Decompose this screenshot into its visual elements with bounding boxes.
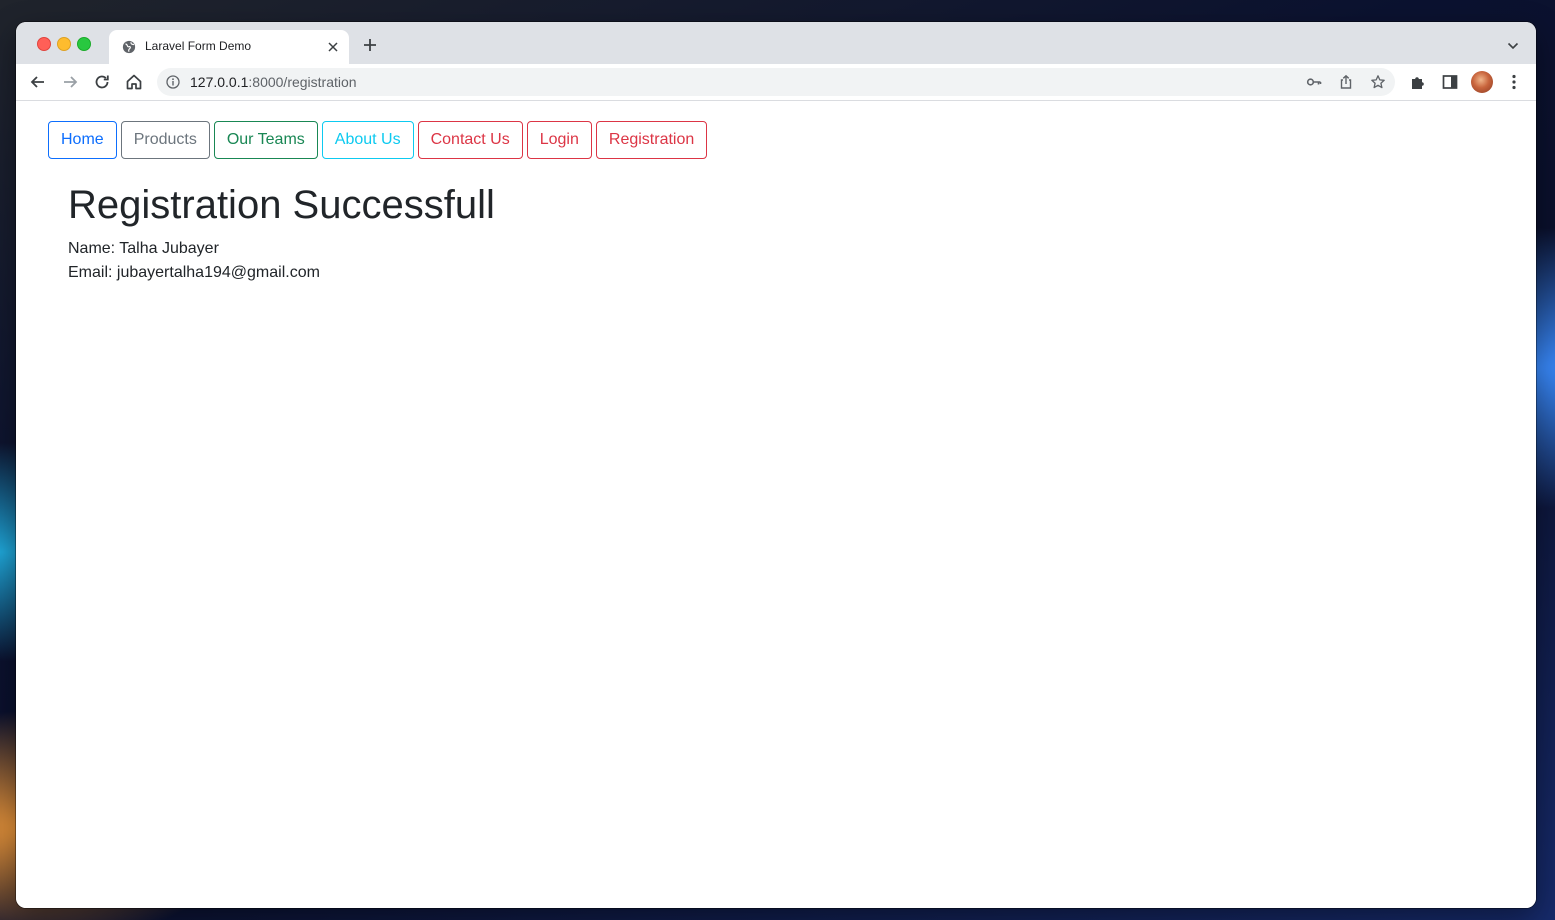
name-value: Talha Jubayer (119, 240, 219, 257)
star-icon[interactable] (1370, 74, 1386, 90)
email-value: jubayertalha194@gmail.com (116, 264, 320, 281)
forward-arrow-icon[interactable] (60, 72, 80, 92)
address-bar[interactable]: 127.0.0.1:8000/registration (157, 68, 1395, 96)
email-label: Email: (68, 264, 113, 281)
close-icon[interactable] (325, 39, 341, 55)
tab-strip: Laravel Form Demo (16, 22, 1536, 64)
browser-tab-active[interactable]: Laravel Form Demo (109, 30, 349, 64)
extensions-puzzle-icon[interactable] (1408, 72, 1428, 92)
info-icon[interactable] (166, 75, 180, 89)
browser-window: Laravel Form Demo 127.0.0.1:8000/registr… (16, 22, 1536, 908)
chevron-down-icon[interactable] (1506, 39, 1520, 53)
name-line: Name: Talha Jubayer (68, 237, 495, 261)
globe-icon (122, 40, 136, 54)
side-panel-icon[interactable] (1440, 72, 1460, 92)
nav-button-registration[interactable]: Registration (595, 121, 708, 159)
window-close-button[interactable] (37, 37, 51, 51)
nav-button-about-us[interactable]: About Us (321, 121, 414, 159)
new-tab-plus-icon[interactable] (362, 37, 378, 53)
nav-button-products[interactable]: Products (120, 121, 210, 159)
nav-button-login[interactable]: Login (526, 121, 592, 159)
nav-button-home[interactable]: Home (48, 121, 117, 159)
window-minimize-button[interactable] (57, 37, 71, 51)
registration-result: Registration Successfull Name: Talha Jub… (68, 181, 495, 285)
home-icon[interactable] (124, 72, 144, 92)
url-path: :8000/registration (248, 74, 357, 90)
profile-avatar[interactable] (1471, 71, 1493, 93)
reload-icon[interactable] (92, 72, 112, 92)
back-arrow-icon[interactable] (28, 72, 48, 92)
page-content: Home Products Our Teams About Us Contact Us L… (16, 101, 1536, 908)
url-host: 127.0.0.1 (190, 74, 249, 90)
share-icon[interactable] (1338, 74, 1354, 90)
more-vertical-icon[interactable] (1504, 72, 1524, 92)
window-maximize-button[interactable] (77, 37, 91, 51)
nav-button-contact-us[interactable]: Contact Us (417, 121, 523, 159)
nav-button-our-teams[interactable]: Our Teams (213, 121, 318, 159)
browser-toolbar: 127.0.0.1:8000/registration (16, 64, 1536, 101)
nav-bar: Home Products Our Teams About Us Contact Us L… (48, 121, 711, 159)
name-label: Name: (68, 240, 116, 257)
url-text[interactable]: 127.0.0.1:8000/registration (190, 74, 357, 90)
email-line: Email: jubayertalha194@gmail.com (68, 261, 495, 285)
tab-title: Laravel Form Demo (145, 39, 252, 53)
page-title: Registration Successfull (68, 183, 495, 227)
key-icon[interactable] (1306, 74, 1322, 90)
